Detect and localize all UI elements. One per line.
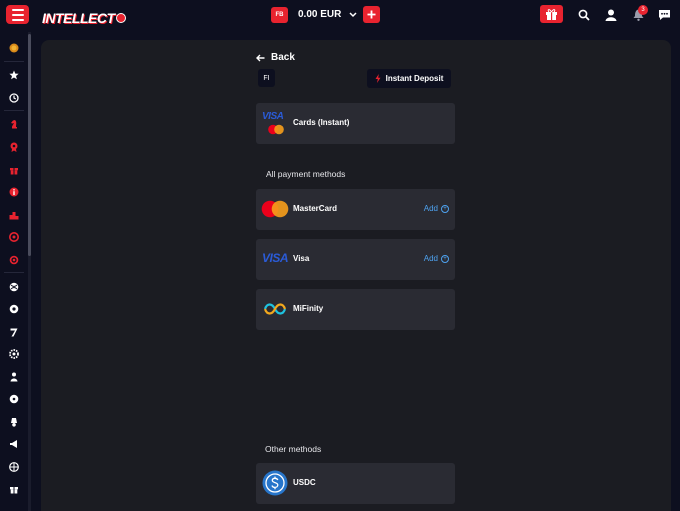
sidebar-item-sport-10[interactable] bbox=[7, 482, 21, 496]
plus-circle-icon: + bbox=[441, 204, 449, 213]
soccer-ball-icon bbox=[9, 304, 19, 314]
sidebar-item-live[interactable] bbox=[7, 253, 21, 267]
deposit-plus-button[interactable] bbox=[363, 6, 381, 23]
lightning-icon bbox=[375, 74, 381, 83]
payment-method-card[interactable]: USDC bbox=[256, 463, 455, 504]
logo-ball-icon bbox=[115, 13, 126, 23]
sidebar-item-sport-2[interactable] bbox=[7, 302, 21, 316]
hamburger-menu-button[interactable] bbox=[6, 5, 29, 24]
sidebar-item-recent[interactable] bbox=[7, 91, 21, 105]
sidebar-item-sport-7[interactable] bbox=[7, 415, 21, 429]
mifinity-icon bbox=[263, 303, 287, 315]
person-icon bbox=[10, 372, 18, 382]
menu-line bbox=[11, 18, 24, 21]
payment-method-card[interactable]: MiFinity bbox=[256, 289, 455, 330]
payment-method-name: Visa bbox=[293, 254, 310, 263]
gift-icon bbox=[546, 9, 557, 20]
all-payment-methods-heading: All payment methods bbox=[266, 169, 346, 179]
usdc-icon bbox=[262, 470, 288, 496]
star-icon bbox=[9, 70, 19, 80]
sidebar-item-wheel[interactable] bbox=[7, 230, 21, 244]
sidebar-item-info[interactable] bbox=[7, 185, 21, 199]
mastercard-icon bbox=[261, 200, 289, 218]
instant-deposit-button[interactable]: Instant Deposit bbox=[367, 69, 451, 88]
podium-icon bbox=[9, 212, 19, 220]
payment-method-name: MiFinity bbox=[293, 304, 324, 313]
menu-line bbox=[11, 13, 24, 16]
chat-icon[interactable] bbox=[657, 8, 671, 22]
info-icon bbox=[9, 187, 19, 197]
ball-icon bbox=[9, 282, 19, 292]
clock-icon bbox=[9, 93, 19, 103]
number-seven-icon bbox=[10, 328, 18, 337]
payment-method-name: Cards (Instant) bbox=[293, 118, 350, 127]
gift-icon bbox=[10, 168, 18, 175]
sidebar-item-favorites[interactable] bbox=[7, 68, 21, 82]
gear-icon bbox=[9, 349, 19, 359]
globe-icon bbox=[9, 394, 19, 404]
sidebar-divider bbox=[4, 272, 24, 273]
payment-method-card[interactable]: MasterCard Add + bbox=[256, 189, 455, 230]
notification-count-badge: 3 bbox=[638, 5, 648, 15]
shuttlecock-icon bbox=[11, 418, 17, 427]
chevron-down-icon[interactable] bbox=[349, 10, 357, 20]
payment-method-name: MasterCard bbox=[293, 204, 338, 213]
sidebar-item-sport-4[interactable] bbox=[7, 347, 21, 361]
add-payment-method-button[interactable]: Add + bbox=[424, 254, 449, 263]
sidebar-item-promo[interactable] bbox=[7, 41, 21, 55]
back-button[interactable]: Back bbox=[256, 52, 295, 63]
visa-mastercard-icon: VISA bbox=[262, 112, 288, 137]
sidebar-divider bbox=[4, 61, 24, 62]
visa-wordmark: VISA bbox=[262, 111, 284, 122]
sidebar-scrollbar-thumb[interactable] bbox=[28, 34, 31, 256]
target-icon bbox=[9, 255, 19, 265]
coin-icon bbox=[9, 43, 19, 53]
wallet-balance: 0.00 EUR bbox=[298, 9, 342, 20]
sidebar-item-gifts[interactable] bbox=[7, 163, 21, 177]
user-profile-icon[interactable] bbox=[604, 8, 618, 22]
payment-method-card[interactable]: VISA Visa Add + bbox=[256, 239, 455, 280]
visa-icon: VISA bbox=[262, 251, 289, 265]
add-label: Add bbox=[423, 254, 438, 263]
wallet-currency-badge: FB bbox=[271, 6, 288, 23]
megaphone-icon bbox=[10, 440, 17, 448]
badge-icon bbox=[10, 142, 18, 152]
sidebar-item-casino[interactable] bbox=[7, 117, 21, 131]
search-icon[interactable] bbox=[577, 8, 591, 22]
logo-text: INTELLECT bbox=[42, 10, 115, 26]
add-label: Add bbox=[423, 204, 438, 213]
menu-line bbox=[11, 8, 24, 11]
payment-method-name: USDC bbox=[293, 478, 316, 487]
sidebar-item-sport-3[interactable] bbox=[7, 325, 21, 339]
chess-knight-icon bbox=[11, 120, 17, 129]
back-label: Back bbox=[271, 52, 295, 63]
add-payment-method-button[interactable]: Add + bbox=[424, 204, 449, 213]
sidebar-item-sport-6[interactable] bbox=[7, 392, 21, 406]
gift-button[interactable] bbox=[540, 5, 563, 23]
sidebar-divider bbox=[4, 110, 24, 111]
sidebar-item-tournaments[interactable] bbox=[7, 208, 21, 222]
instant-deposit-label: Instant Deposit bbox=[385, 74, 444, 83]
site-logo[interactable]: INTELLECT bbox=[42, 6, 126, 30]
sidebar-item-bonus[interactable] bbox=[7, 140, 21, 154]
country-code-tag: FI bbox=[258, 69, 275, 87]
arrow-left-icon bbox=[256, 54, 265, 61]
wheel-icon bbox=[9, 232, 19, 242]
basketball-icon bbox=[9, 462, 19, 472]
top-header: INTELLECT FB 0.00 EUR 3 bbox=[0, 0, 680, 32]
sidebar-item-sport-9[interactable] bbox=[7, 460, 21, 474]
plus-circle-icon: + bbox=[441, 254, 449, 263]
sidebar-item-sport-1[interactable] bbox=[7, 280, 21, 294]
sidebar-item-sport-5[interactable] bbox=[7, 370, 21, 384]
wallet-selector[interactable]: FB 0.00 EUR bbox=[271, 6, 381, 23]
sidebar-item-sport-8[interactable] bbox=[7, 437, 21, 451]
gift-box-icon bbox=[10, 487, 18, 494]
payment-method-card[interactable]: VISA Cards (Instant) bbox=[256, 103, 455, 144]
other-methods-heading: Other methods bbox=[265, 444, 322, 454]
